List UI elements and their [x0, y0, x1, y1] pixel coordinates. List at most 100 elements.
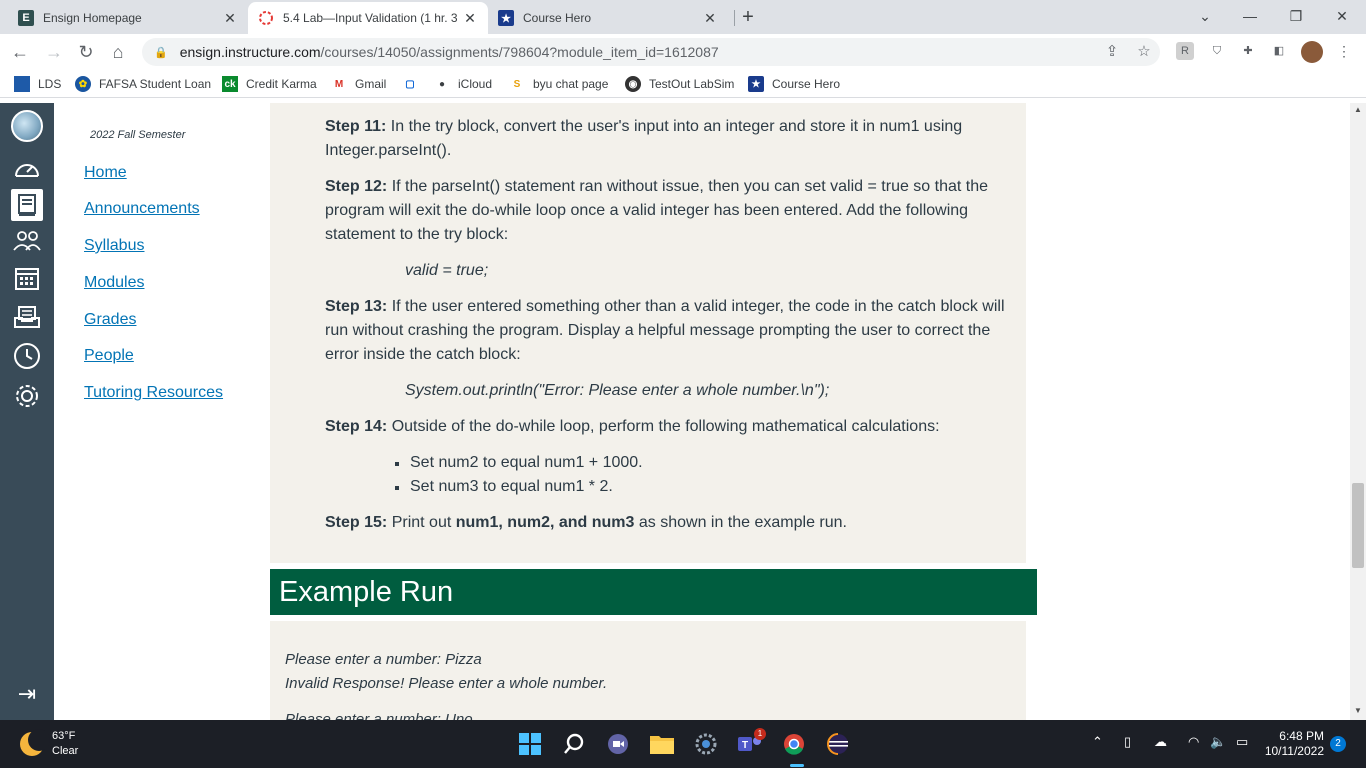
tab-search-chevron-icon[interactable]: ⌄ — [1195, 6, 1215, 26]
course-nav-syllabus[interactable]: Syllabus — [84, 237, 144, 255]
file-explorer-icon[interactable] — [650, 732, 674, 756]
institution-logo[interactable] — [11, 110, 43, 142]
scroll-thumb[interactable] — [1352, 483, 1364, 568]
course-nav-tutoring-resources[interactable]: Tutoring Resources — [84, 384, 223, 402]
step-text: If the user entered something other than… — [325, 298, 1005, 363]
bookmark-label: Gmail — [355, 77, 387, 91]
courses-icon[interactable] — [11, 189, 43, 221]
back-button[interactable]: ← — [8, 40, 32, 64]
tab-separator — [734, 10, 735, 26]
help-gear-icon[interactable] — [11, 380, 43, 412]
calendar-icon[interactable] — [11, 262, 43, 294]
scroll-down-arrow-icon[interactable]: ▼ — [1350, 704, 1366, 718]
new-tab-button[interactable]: + — [738, 6, 758, 28]
eclipse-ide-icon[interactable] — [826, 732, 850, 756]
course-navigation: 2022 Fall Semester Home Announcements Sy… — [54, 103, 270, 720]
step-15: Step 15: Print out num1, num2, and num3 … — [325, 511, 1015, 535]
step-label: Step 13: — [325, 298, 388, 315]
scroll-up-arrow-icon[interactable]: ▲ — [1350, 103, 1366, 117]
fafsa-icon: ✿ — [75, 76, 91, 92]
windows-taskbar: 63°F Clear T 1 ⌃ ▯ ☁ ◠ 🔈 ▭ 6:48 PM 10/11… — [0, 720, 1366, 768]
bookmark-star-icon[interactable]: ☆ — [1134, 42, 1154, 62]
course-nav-modules[interactable]: Modules — [84, 274, 144, 292]
teams-chat-icon[interactable] — [606, 732, 630, 756]
bookmark-credit-karma[interactable]: ck Credit Karma — [222, 76, 317, 92]
bookmark-fafsa[interactable]: ✿ FAFSA Student Loan — [75, 76, 211, 92]
bookmark-byu-chat[interactable]: Sbyu chat page — [509, 76, 609, 92]
ensign-favicon-icon: E — [18, 10, 34, 26]
settings-gear-icon[interactable] — [694, 732, 718, 756]
bookmark-label: Credit Karma — [246, 77, 317, 91]
shield-icon[interactable]: ⛉ — [1208, 42, 1226, 60]
semester-label: 2022 Fall Semester — [90, 129, 186, 141]
bookmark-label: Course Hero — [772, 77, 841, 91]
bookmark-outlook[interactable]: ▢ — [402, 76, 426, 92]
tab-ensign-homepage[interactable]: E Ensign Homepage ✕ — [8, 2, 248, 34]
weather-condition: Clear — [52, 745, 79, 757]
show-hidden-icons-chevron-icon[interactable]: ⌃ — [1092, 734, 1103, 750]
microsoft-teams-icon[interactable]: T 1 — [738, 728, 766, 756]
course-nav-people[interactable]: People — [84, 347, 134, 365]
canvas-global-nav: ⇥ — [0, 103, 54, 720]
search-icon[interactable] — [562, 732, 586, 756]
system-clock[interactable]: 6:48 PM 10/11/2022 — [1262, 729, 1324, 759]
url-host: ensign.instructure.com — [179, 44, 321, 60]
inbox-icon[interactable] — [11, 301, 43, 333]
clock-date: 10/11/2022 — [1264, 744, 1324, 758]
bookmark-lds[interactable]: LDS — [14, 76, 61, 92]
close-tab-icon[interactable]: ✕ — [462, 10, 478, 27]
close-tab-icon[interactable]: ✕ — [702, 10, 718, 27]
weather-widget[interactable]: 63°F Clear — [20, 729, 78, 759]
close-window-button[interactable]: ✕ — [1332, 6, 1352, 26]
example-line: Please enter a number: Pizza — [285, 651, 482, 668]
side-panel-icon[interactable]: ◧ — [1270, 42, 1288, 60]
byu-chat-icon: S — [513, 78, 521, 90]
minimize-button[interactable]: — — [1240, 6, 1260, 26]
bookmark-label: FAFSA Student Loan — [99, 77, 212, 91]
reload-button[interactable]: ↻ — [74, 40, 98, 64]
bookmark-testout[interactable]: ◉ TestOut LabSim — [625, 76, 734, 92]
home-button[interactable]: ⌂ — [106, 40, 130, 64]
usb-device-icon[interactable]: ▯ — [1124, 734, 1131, 750]
puzzle-extensions-icon[interactable]: ✚ — [1239, 42, 1257, 60]
notification-badge[interactable]: 2 — [1330, 736, 1346, 752]
collapse-nav-icon[interactable]: ⇥ — [11, 678, 43, 710]
dashboard-icon[interactable] — [11, 153, 43, 185]
page-scrollbar[interactable]: ▲ ▼ — [1350, 103, 1366, 720]
history-clock-icon[interactable] — [11, 340, 43, 372]
profile-avatar[interactable] — [1301, 41, 1323, 63]
battery-icon[interactable]: ▭ — [1236, 734, 1248, 750]
forward-button[interactable]: → — [42, 40, 66, 64]
course-nav-home[interactable]: Home — [84, 164, 127, 182]
onedrive-cloud-icon[interactable]: ☁ — [1154, 734, 1167, 750]
teams-badge: 1 — [754, 728, 766, 740]
close-tab-icon[interactable]: ✕ — [222, 10, 238, 27]
browser-menu-icon[interactable]: ⋮ — [1335, 42, 1353, 60]
extension-icon[interactable]: R — [1176, 42, 1194, 60]
calculation-list: Set num2 to equal num1 + 1000. Set num3 … — [395, 451, 643, 499]
tab-input-validation-lab[interactable]: 5.4 Lab—Input Validation (1 hr. 3 ✕ — [248, 2, 488, 34]
course-nav-announcements[interactable]: Announcements — [84, 200, 200, 218]
share-icon[interactable]: ⇪ — [1102, 42, 1122, 62]
step-text: In the try block, convert the user's inp… — [325, 118, 963, 159]
groups-icon[interactable] — [11, 225, 43, 257]
step-14: Step 14: Outside of the do-while loop, p… — [325, 415, 1015, 439]
svg-text:T: T — [742, 740, 748, 751]
browser-toolbar: ← → ↻ ⌂ 🔒 ensign.instructure.com/courses… — [0, 34, 1366, 70]
bookmark-icloud[interactable]: ● iCloud — [434, 76, 492, 92]
bookmark-course-hero[interactable]: ★ Course Hero — [748, 76, 840, 92]
address-bar[interactable]: 🔒 ensign.instructure.com/courses/14050/a… — [142, 38, 1160, 66]
course-nav-grades[interactable]: Grades — [84, 311, 136, 329]
lds-icon — [14, 76, 30, 92]
list-item: Set num3 to equal num1 * 2. — [395, 475, 643, 499]
volume-icon[interactable]: 🔈 — [1210, 734, 1226, 750]
wifi-icon[interactable]: ◠ — [1188, 734, 1199, 750]
bookmarks-bar: LDS ✿ FAFSA Student Loan ck Credit Karma M… — [0, 70, 1366, 98]
chrome-icon[interactable] — [782, 732, 806, 756]
tab-course-hero[interactable]: ★ Course Hero ✕ — [488, 2, 728, 34]
code-println-error: System.out.println("Error: Please enter … — [405, 382, 830, 399]
maximize-button[interactable]: ❐ — [1286, 6, 1306, 26]
step-label: Step 15: — [325, 514, 388, 531]
bookmark-gmail[interactable]: M Gmail — [331, 76, 387, 92]
windows-start-icon[interactable] — [518, 732, 542, 756]
